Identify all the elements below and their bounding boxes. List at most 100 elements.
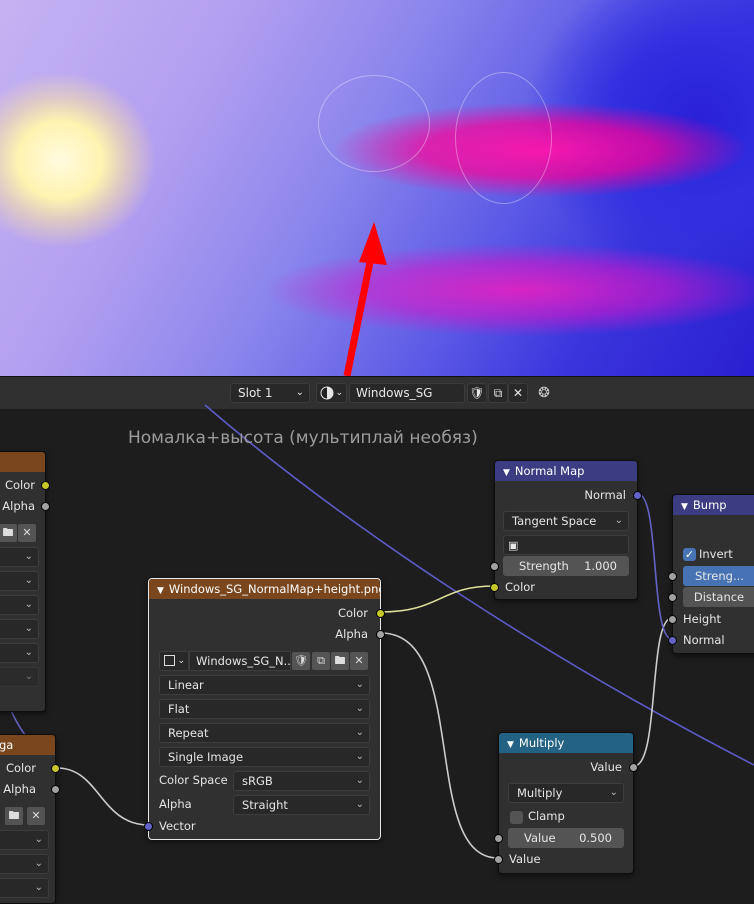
input-color-socket[interactable] [490,583,499,592]
node-title: Multiply [518,736,565,750]
alpha-mode-dropdown[interactable]: Straight ⌄ [233,795,370,815]
space-dropdown[interactable]: Tangent Space ⌄ [503,511,629,531]
output-alpha-socket[interactable] [51,785,60,794]
collapse-chevron-icon[interactable]: ▼ [503,463,510,481]
uv-map-icon: ▣ [508,539,519,552]
dropdown[interactable]: ⌄ [0,619,39,639]
output-value-socket[interactable] [629,763,638,772]
dropdown-disabled: ⌄ [0,667,39,687]
dropdown[interactable]: ⌄ [0,571,39,591]
input-color-label: Color [505,580,536,594]
strength-value: 1.000 [584,559,617,573]
bump-node[interactable]: ▼ Bump ✓ Invert Streng... 1( Distance Hei… [668,494,754,654]
output-normal-label: Normal [584,488,626,502]
alpha-mode-label: Alpha [159,797,192,811]
unlink-image-icon[interactable]: ✕ [27,807,45,825]
alpha-mode-value: Straight [242,798,288,812]
node-header[interactable]: ▼ Windows_SG_NormalMap+height.png [149,579,380,599]
output-normal-socket[interactable] [633,491,642,500]
output-color-socket[interactable] [376,609,385,618]
fake-user-shield-icon[interactable]: 🛡 [292,652,310,670]
chevron-down-icon: ⌄ [355,703,364,714]
uv-map-field[interactable]: ▣ [503,535,629,555]
open-image-icon[interactable]: 🖿 [331,652,349,670]
output-alpha-socket[interactable] [41,502,50,511]
strength-slider[interactable]: Streng... 1( [683,566,754,586]
distance-slider[interactable]: Distance [683,587,754,607]
operation-dropdown[interactable]: Multiply ⌄ [508,783,624,803]
output-color-label: Color [4,478,35,492]
input-value-label: Value [509,852,541,866]
clamp-checkbox[interactable] [510,811,523,824]
output-alpha-label: Alpha [2,499,35,513]
value-label: Value [524,831,556,845]
color-space-dropdown[interactable]: sRGB ⌄ [233,771,370,791]
dropdown[interactable]: ⌄ [0,643,39,663]
math-multiply-node[interactable]: ▼ Multiply Value Multiply ⌄ Clamp Value 0.… [494,732,638,874]
input-strength-socket[interactable] [490,562,499,571]
collapse-chevron-icon[interactable]: ▼ [507,735,514,753]
collapse-chevron-icon[interactable]: ▼ [157,581,164,599]
image-name-field[interactable]: Windows_SG_N... [189,651,291,671]
output-alpha-socket[interactable] [376,630,385,639]
input-vector-label: Vector [159,819,196,833]
open-image-icon[interactable]: 🖿 [5,807,23,825]
input-value2-socket[interactable] [494,855,503,864]
source-dropdown[interactable]: Single Image ⌄ [159,747,370,767]
invert-checkbox[interactable]: ✓ [683,548,696,561]
input-height-socket[interactable] [668,615,677,624]
strength-label: Strength [519,559,569,573]
output-color-socket[interactable] [51,764,60,773]
input-height-label: Height [683,612,722,626]
dropdown[interactable]: ⌄ [0,595,39,615]
unlink-image-icon[interactable]: ✕ [350,652,368,670]
normal-map-node[interactable]: ▼ Normal Map Normal Tangent Space ⌄ ▣ Stre… [490,460,642,600]
image-browse-button[interactable]: ⌄ [159,651,189,671]
output-color-socket[interactable] [41,481,50,490]
color-space-value: sRGB [242,774,273,788]
node-header[interactable]: ▼ Bump [673,495,754,515]
node-header[interactable]: ga [0,735,55,755]
image-name: Windows_SG_N... [196,654,291,668]
dropdown[interactable]: ⌄ [0,547,39,567]
dropdown[interactable]: ⌄ [0,878,49,898]
output-alpha-label: Alpha [335,627,368,641]
node-header[interactable]: ▼ Normal Map [495,461,637,481]
value-slider[interactable]: Value 0.500 [508,828,624,848]
input-value-socket[interactable] [494,834,503,843]
strength-slider[interactable]: Strength 1.000 [503,556,629,576]
output-alpha-label: Alpha [3,782,36,796]
output-value-label: Value [590,760,622,774]
image-texture-node[interactable]: ▼ Windows_SG_NormalMap+height.png Color A… [144,578,385,840]
input-normal-socket[interactable] [668,636,677,645]
extension-dropdown[interactable]: Repeat ⌄ [159,723,370,743]
color-space-label: Color Space [159,773,228,787]
strength-label: Streng... [695,569,744,583]
interpolation-value: Linear [168,678,204,692]
dropdown[interactable]: ⌄ [0,854,49,874]
output-color-label: Color [337,606,368,620]
input-strength-socket[interactable] [668,572,677,581]
open-image-icon[interactable]: 🖿 [0,524,17,542]
image-texture-node-left-bottom[interactable]: ga Color Alpha 🖿 ✕ ⌄ ⌄ ⌄ [0,734,60,904]
extension-value: Repeat [168,726,209,740]
source-value: Single Image [168,750,244,764]
node-title: Bump [692,498,727,512]
interpolation-dropdown[interactable]: Linear ⌄ [159,675,370,695]
duplicate-image-icon[interactable]: ⧉ [312,652,330,670]
invert-label: Invert [699,547,733,561]
node-header[interactable] [0,452,45,472]
node-title: Windows_SG_NormalMap+height.png [168,582,380,596]
collapse-chevron-icon[interactable]: ▼ [681,497,688,515]
input-vector-socket[interactable] [144,822,153,831]
chevron-down-icon: ⌄ [177,656,185,666]
distance-label: Distance [693,590,745,604]
output-color-label: Color [5,761,36,775]
node-header[interactable]: ▼ Multiply [499,733,633,753]
dropdown[interactable]: ⌄ [0,830,49,850]
input-distance-socket[interactable] [668,593,677,602]
unlink-image-icon[interactable]: ✕ [18,524,36,542]
projection-value: Flat [168,702,190,716]
image-texture-node-left[interactable]: Color Alpha 🖿 ✕ ⌄ ⌄ ⌄ ⌄ ⌄ ⌄ [0,451,50,712]
projection-dropdown[interactable]: Flat ⌄ [159,699,370,719]
